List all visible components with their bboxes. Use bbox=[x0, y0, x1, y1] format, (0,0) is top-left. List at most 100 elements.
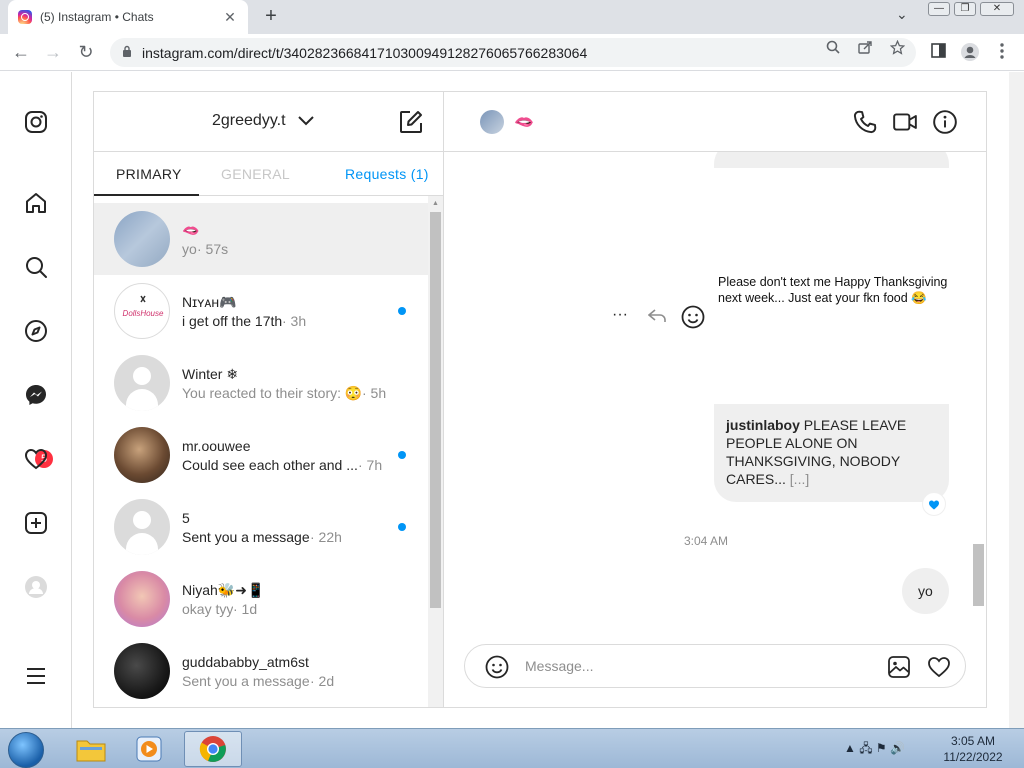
conversation-pane: 🫦 ··· Please don't text me Happy Thanksg bbox=[444, 92, 986, 707]
thread-time: · 2d bbox=[310, 673, 335, 689]
thread-time: · 1d bbox=[233, 601, 258, 617]
thread-preview: Sent you a message bbox=[182, 529, 310, 545]
tab-close-icon[interactable]: ✕ bbox=[222, 9, 238, 26]
svg-text:DollsHouse: DollsHouse bbox=[123, 309, 164, 318]
thread-list-scrollbar[interactable]: ▲ bbox=[428, 196, 443, 707]
thread-name: guddababby_atm6st bbox=[182, 654, 309, 670]
thread-name: 🫦 bbox=[182, 222, 200, 238]
reload-button[interactable]: ↻ bbox=[75, 42, 97, 62]
thread-time: · 22h bbox=[310, 529, 342, 545]
window-minimize-button[interactable]: — bbox=[928, 2, 950, 16]
thread-avatar bbox=[114, 643, 170, 699]
hamburger-menu-icon[interactable] bbox=[22, 662, 50, 690]
explore-compass-icon[interactable] bbox=[22, 317, 50, 345]
media-player-icon[interactable] bbox=[120, 731, 178, 767]
thread-name: mr.oouwee bbox=[182, 438, 251, 454]
notifications-heart-icon[interactable] bbox=[22, 445, 50, 473]
instagram-logo-icon[interactable] bbox=[22, 108, 50, 136]
start-button[interactable] bbox=[8, 732, 44, 768]
video-call-icon[interactable] bbox=[892, 109, 918, 135]
browser-tab-strip: (5) Instagram • Chats ✕ + ⌄ — ❐ ✕ bbox=[0, 0, 1024, 34]
thread-preview: yo bbox=[182, 241, 197, 257]
chevron-down-icon[interactable] bbox=[298, 114, 314, 128]
react-emoji-icon[interactable] bbox=[681, 305, 705, 334]
home-icon[interactable] bbox=[22, 189, 50, 217]
thread-item[interactable]: Niyah🐝➜📱 okay tyy · 1d bbox=[94, 563, 428, 635]
thread-avatar bbox=[114, 499, 170, 555]
message-thread: ··· Please don't text me Happy Thanksgiv… bbox=[444, 152, 986, 632]
scrollbar-thumb[interactable] bbox=[973, 544, 984, 606]
thread-item[interactable]: guddababby_atm6st Sent you a message · 2… bbox=[94, 635, 428, 707]
window-restore-button[interactable]: ❐ bbox=[954, 2, 976, 16]
shared-post-image[interactable]: Please don't text me Happy Thanksgiving … bbox=[714, 168, 949, 404]
file-explorer-icon[interactable] bbox=[62, 731, 120, 767]
shared-post-card[interactable]: Please don't text me Happy Thanksgiving … bbox=[714, 152, 949, 502]
caption-more[interactable]: [...] bbox=[790, 471, 809, 487]
back-button[interactable]: ← bbox=[10, 42, 32, 62]
share-icon[interactable] bbox=[856, 40, 874, 57]
tab-title: (5) Instagram • Chats bbox=[40, 10, 154, 24]
account-switcher[interactable]: 2greedyy.t bbox=[212, 112, 286, 130]
sent-message-bubble[interactable]: yo bbox=[902, 568, 949, 614]
address-bar[interactable]: instagram.com/direct/t/34028236684171030… bbox=[110, 38, 916, 67]
phone-call-icon[interactable] bbox=[852, 109, 878, 135]
conversation-info-icon[interactable] bbox=[932, 109, 958, 135]
thread-item[interactable]: DollsHouse Nɪʏᴀʜ🎮 i get off the 17th · 3… bbox=[94, 275, 428, 347]
bookmark-star-icon[interactable] bbox=[888, 39, 906, 58]
new-message-icon[interactable] bbox=[398, 109, 424, 135]
inbox-pane: 2greedyy.t PRIMARY GENERAL Requests (1) … bbox=[94, 92, 444, 707]
search-icon[interactable] bbox=[22, 253, 50, 281]
zoom-search-icon[interactable] bbox=[824, 40, 842, 57]
browser-tab[interactable]: (5) Instagram • Chats ✕ bbox=[8, 0, 248, 34]
contact-name[interactable]: 🫦 bbox=[514, 112, 534, 132]
profile-avatar-icon[interactable] bbox=[960, 43, 980, 66]
shared-post-caption: justinlaboy PLEASE LEAVE PEOPLE ALONE ON… bbox=[726, 416, 938, 488]
message-input[interactable] bbox=[525, 655, 865, 677]
clock-date: 11/22/2022 bbox=[943, 750, 1003, 764]
emoji-picker-icon[interactable] bbox=[485, 655, 509, 679]
tab-requests[interactable]: Requests (1) bbox=[345, 166, 429, 182]
system-tray-icons[interactable]: ▲ 🖧 ⚑ 🔊 bbox=[844, 739, 905, 760]
thread-item[interactable]: 🫦 yo · 57s bbox=[94, 203, 428, 275]
thread-item[interactable]: 5 Sent you a message · 22h bbox=[94, 491, 428, 563]
thread-name: Nɪʏᴀʜ🎮 bbox=[182, 294, 237, 310]
scrollbar-thumb[interactable] bbox=[430, 212, 441, 608]
taskbar-clock[interactable]: 3:05 AM 11/22/2022 bbox=[936, 733, 1010, 765]
unread-dot bbox=[398, 523, 406, 531]
profile-avatar-icon[interactable] bbox=[22, 573, 50, 601]
thread-time: · 5h bbox=[362, 385, 387, 401]
new-tab-button[interactable]: + bbox=[260, 5, 282, 28]
thread-item[interactable]: mr.oouwee Could see each other and ... ·… bbox=[94, 419, 428, 491]
caption-username[interactable]: justinlaboy bbox=[726, 417, 800, 433]
create-post-icon[interactable] bbox=[22, 509, 50, 537]
scroll-up-arrow-icon[interactable]: ▲ bbox=[432, 200, 439, 207]
image-upload-icon[interactable] bbox=[887, 655, 911, 679]
like-heart-icon[interactable] bbox=[927, 655, 951, 679]
window-close-button[interactable]: ✕ bbox=[980, 2, 1014, 16]
thread-avatar: DollsHouse bbox=[114, 283, 170, 339]
side-panel-icon[interactable] bbox=[928, 43, 948, 63]
page-scrollbar[interactable] bbox=[1009, 72, 1024, 728]
messenger-icon[interactable] bbox=[22, 381, 50, 409]
tab-primary[interactable]: PRIMARY bbox=[116, 166, 182, 182]
thread-list: 🫦 yo · 57s DollsHouse Nɪʏᴀʜ🎮 i get off t… bbox=[94, 203, 428, 707]
thread-name: Winter ❄ bbox=[182, 366, 239, 382]
tab-search-icon[interactable]: ⌄ bbox=[896, 6, 908, 23]
chrome-taskbar-icon[interactable] bbox=[184, 731, 242, 767]
more-options-icon[interactable]: ··· bbox=[612, 306, 628, 324]
chrome-menu-icon[interactable] bbox=[992, 43, 1012, 64]
thread-item[interactable]: Winter ❄ You reacted to their story: 😳 ·… bbox=[94, 347, 428, 419]
forward-button[interactable]: → bbox=[42, 42, 64, 62]
instagram-sidebar: 5 bbox=[0, 72, 72, 728]
windows-taskbar: ▲ 🖧 ⚑ 🔊 3:05 AM 11/22/2022 bbox=[0, 728, 1024, 768]
contact-avatar[interactable] bbox=[480, 110, 504, 134]
tab-general[interactable]: GENERAL bbox=[221, 166, 290, 182]
thread-time: · 57s bbox=[197, 241, 229, 257]
conversation-header: 🫦 bbox=[444, 92, 986, 152]
reply-icon[interactable] bbox=[647, 309, 666, 328]
conversation-scrollbar[interactable] bbox=[971, 152, 986, 622]
heart-reaction-icon[interactable] bbox=[922, 492, 946, 516]
thread-avatar bbox=[114, 211, 170, 267]
lock-icon[interactable] bbox=[122, 45, 134, 60]
thread-time: · 3h bbox=[282, 313, 307, 329]
